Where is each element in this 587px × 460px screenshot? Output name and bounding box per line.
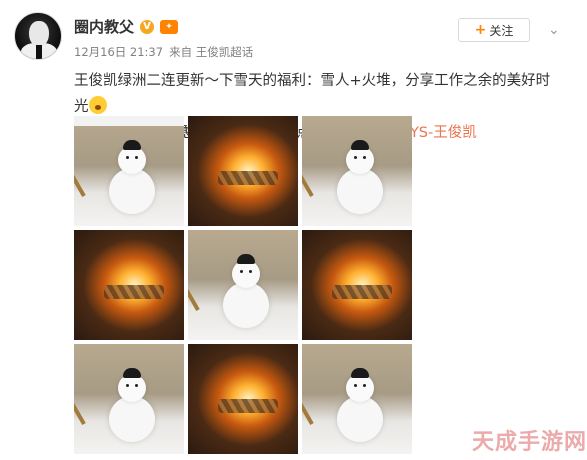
image-thumb-bonfire[interactable] [188,344,298,454]
image-thumb-bonfire[interactable] [74,230,184,340]
image-grid [74,116,412,454]
post-source[interactable]: 来自 王俊凯超话 [169,44,253,60]
avatar-mask [29,21,49,47]
post-date[interactable]: 12月16日 21:37 [74,44,163,60]
image-thumb-snowman[interactable] [302,344,412,454]
image-thumb-snowman[interactable] [74,344,184,454]
verified-icon: V [140,19,155,34]
surprised-emoji-icon [88,96,107,114]
image-thumb-snowman[interactable] [302,116,412,226]
post-text-line1: 王俊凯绿洲二连更新～下雪天的福利：雪人+火堆，分享工作之余的美好时光 [74,73,551,115]
screenshot-strip [74,116,184,126]
member-icon: ✦ [160,19,179,34]
username[interactable]: 圈内教父 [74,16,134,37]
image-thumb-bonfire[interactable] [188,116,298,226]
image-thumb-bonfire[interactable] [302,230,412,340]
watermark: 天成手游网 [472,429,587,455]
plus-icon: + [474,22,487,38]
follow-label: 关注 [489,23,514,38]
chevron-down-icon[interactable]: ⌄ [548,22,560,38]
avatar-tie [36,45,42,59]
image-thumb-snowman[interactable] [74,116,184,226]
avatar[interactable] [14,12,62,60]
follow-button[interactable]: + 关注 [458,18,530,42]
image-thumb-snowman[interactable] [188,230,298,340]
post-meta: 12月16日 21:37 来自 王俊凯超话 [74,44,253,60]
name-row: 圈内教父 V ✦ [74,16,179,37]
